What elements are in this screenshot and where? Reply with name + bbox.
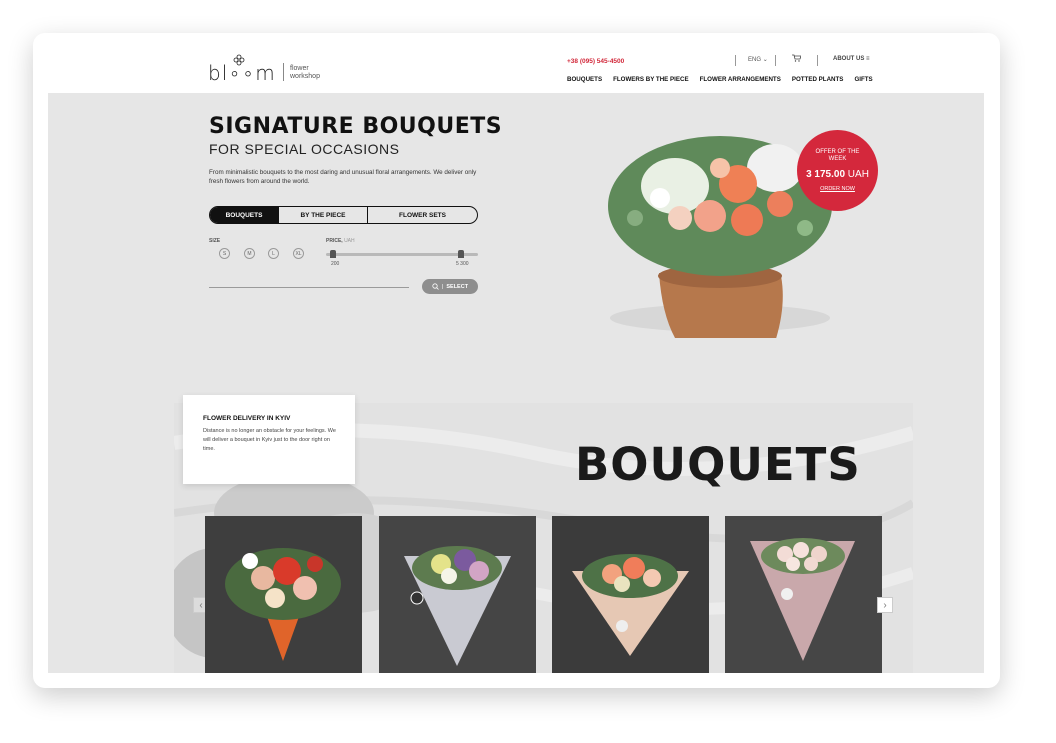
browser-frame: bl∘∘m flower workshop +38 (095) 545-4500… — [33, 33, 1000, 688]
delivery-title: FLOWER DELIVERY IN KYIV — [203, 415, 291, 422]
price-slider[interactable] — [326, 250, 478, 258]
about-us-link[interactable]: ABOUT US ≡ — [833, 56, 870, 66]
size-option-m[interactable]: M — [244, 248, 255, 259]
tab-flower-sets[interactable]: FLOWER SETS — [367, 207, 477, 223]
search-icon — [432, 283, 439, 290]
size-option-xl[interactable]: XL — [293, 248, 304, 259]
nav-item-flowers-by-the-piece[interactable]: FLOWERS BY THE PIECE — [613, 76, 689, 83]
filter-divider — [209, 287, 409, 288]
offer-currency: UAH — [847, 169, 869, 180]
nav-item-gifts[interactable]: GIFTS — [854, 76, 872, 83]
category-tabs: BOUQUETS BY THE PIECE FLOWER SETS — [209, 206, 478, 224]
delivery-info-card: FLOWER DELIVERY IN KYIV Distance is no l… — [183, 395, 355, 484]
page: bl∘∘m flower workshop +38 (095) 545-4500… — [48, 48, 984, 673]
size-label: SIZE — [209, 238, 221, 244]
chevron-right-icon: › — [883, 599, 887, 611]
select-separator: | — [441, 283, 444, 290]
size-option-l[interactable]: L — [268, 248, 279, 259]
header-divider — [775, 55, 776, 66]
language-select[interactable]: ENG ⌄ — [748, 56, 768, 66]
bouquet-photo — [552, 516, 709, 673]
delivery-text: Distance is no longer an obstacle for yo… — [203, 428, 336, 452]
menu-icon[interactable]: ≡ — [866, 56, 870, 62]
section-title: BOUQUETS — [575, 438, 861, 491]
tab-by-the-piece[interactable]: BY THE PIECE — [278, 207, 367, 223]
hero-title: SIGNATURE BOUQUETS — [209, 114, 503, 139]
hero-subtitle: FOR SPECIAL OCCASIONS — [209, 141, 400, 157]
offer-title: OFFER OF THE WEEK — [815, 149, 860, 162]
bouquet-photo — [205, 516, 362, 673]
nav-item-flower-arrangements[interactable]: FLOWER ARRANGEMENTS — [700, 76, 781, 83]
bouquet-photo — [725, 516, 882, 673]
offer-price-value: 3 175.00 — [806, 169, 846, 180]
nav-item-potted-plants[interactable]: POTTED PLANTS — [792, 76, 844, 83]
product-card[interactable] — [725, 516, 882, 673]
price-label: PRICE, UAH — [326, 238, 355, 244]
header-divider — [735, 55, 736, 66]
flower-logo-icon — [233, 54, 245, 66]
chevron-left-icon: ‹ — [199, 599, 203, 611]
select-button[interactable]: | SELECT — [422, 279, 478, 294]
carousel-next-button[interactable]: › — [877, 597, 893, 613]
offer-price: 3 175.00 UAH — [797, 169, 878, 180]
logo-subtitle: flower workshop — [290, 65, 320, 80]
chevron-down-icon: ⌄ — [762, 57, 768, 63]
header-divider — [817, 55, 818, 66]
bouquet-photo — [379, 516, 536, 673]
logo[interactable]: bl∘∘m flower workshop — [208, 54, 328, 85]
phone-number[interactable]: +38 (095) 545-4500 — [567, 58, 624, 65]
hero-description: From minimalistic bouquets to the most d… — [209, 169, 477, 185]
price-max-value: 5 300 — [456, 261, 469, 267]
price-unit: UAH — [344, 238, 355, 244]
price-min-value: 200 — [331, 261, 340, 267]
cart-icon[interactable] — [792, 54, 802, 64]
price-min-handle[interactable] — [330, 250, 336, 258]
size-option-s[interactable]: S — [219, 248, 230, 259]
order-now-link[interactable]: ORDER NOW — [797, 186, 878, 192]
price-max-handle[interactable] — [458, 250, 464, 258]
price-label-text: PRICE, — [326, 238, 343, 244]
product-card[interactable] — [552, 516, 709, 673]
offer-of-the-week-badge[interactable]: OFFER OF THE WEEK 3 175.00 UAH ORDER NOW — [797, 130, 878, 211]
site-header: bl∘∘m flower workshop +38 (095) 545-4500… — [48, 48, 984, 93]
tab-bouquets[interactable]: BOUQUETS — [210, 207, 278, 223]
main-nav: BOUQUETS FLOWERS BY THE PIECE FLOWER ARR… — [567, 76, 873, 83]
about-us-label: ABOUT US — [833, 56, 865, 62]
language-label: ENG — [748, 57, 762, 63]
product-card[interactable] — [379, 516, 536, 673]
select-label: SELECT — [446, 283, 469, 290]
product-card[interactable] — [205, 516, 362, 673]
nav-item-bouquets[interactable]: BOUQUETS — [567, 76, 602, 83]
logo-divider — [283, 63, 284, 81]
